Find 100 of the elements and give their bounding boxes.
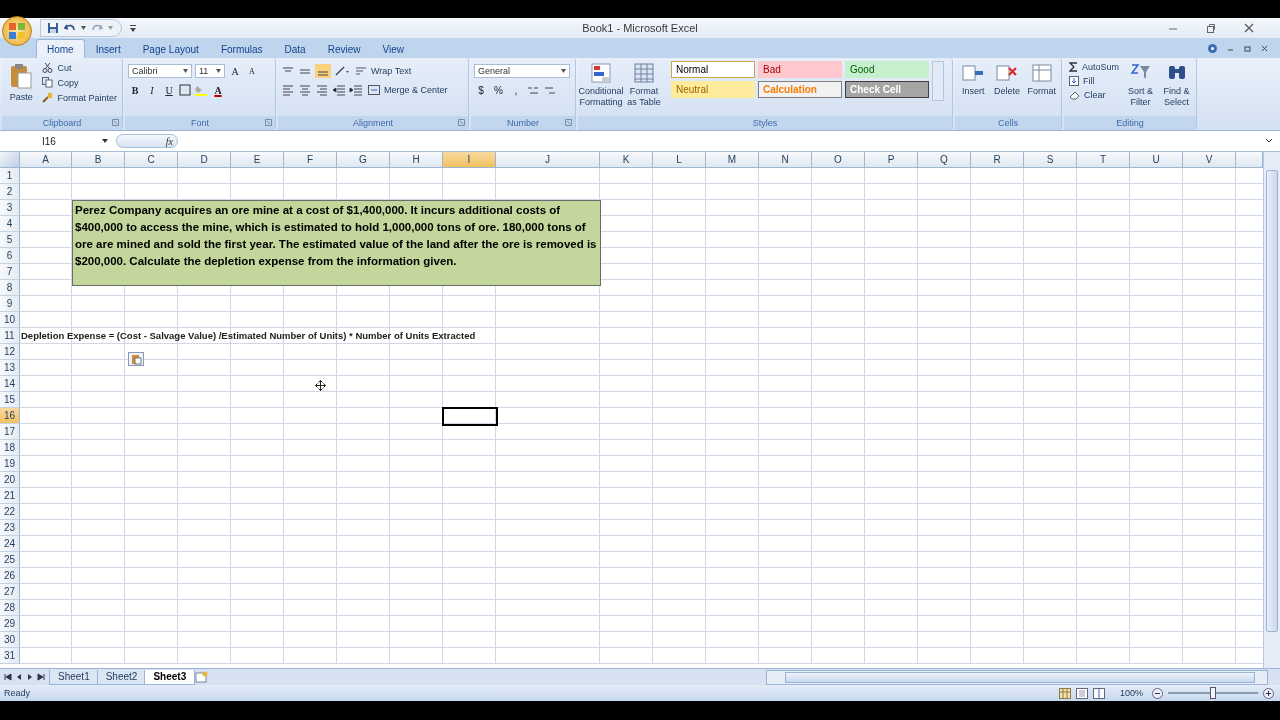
fill-color-icon[interactable]	[194, 84, 208, 96]
row-header[interactable]: 21	[0, 488, 20, 504]
caret-icon[interactable]	[216, 69, 221, 73]
sort-filter-button[interactable]: Sort & Filter	[1124, 61, 1157, 110]
ribbon-tab[interactable]: View	[371, 39, 415, 58]
column-header[interactable]: S	[1024, 152, 1077, 168]
column-header[interactable]: N	[759, 152, 812, 168]
caret-icon[interactable]	[183, 69, 188, 73]
first-sheet-icon[interactable]	[4, 673, 12, 681]
bold-button[interactable]: B	[128, 84, 142, 96]
ribbon-tab[interactable]: Data	[273, 39, 317, 58]
row-header[interactable]: 17	[0, 424, 20, 440]
slider-thumb[interactable]	[1210, 687, 1216, 699]
row-header[interactable]: 5	[0, 232, 20, 248]
row-header[interactable]: 29	[0, 616, 20, 632]
font-color-button[interactable]: A	[211, 84, 225, 96]
column-header[interactable]: C	[125, 152, 178, 168]
row-header[interactable]: 2	[0, 184, 20, 200]
row-header[interactable]: 19	[0, 456, 20, 472]
row-header[interactable]: 27	[0, 584, 20, 600]
fill-button[interactable]: Fill	[1067, 75, 1122, 87]
name-box[interactable]: I16	[2, 133, 112, 149]
percent-button[interactable]: %	[491, 84, 506, 96]
column-header[interactable]: I	[443, 152, 496, 168]
zoom-level[interactable]: 100%	[1119, 688, 1143, 698]
column-header[interactable]: T	[1077, 152, 1130, 168]
orientation-icon[interactable]	[334, 65, 350, 77]
caret-icon[interactable]	[81, 26, 86, 30]
column-header[interactable]: G	[337, 152, 390, 168]
previous-sheet-icon[interactable]	[15, 673, 23, 681]
column-header[interactable]: E	[231, 152, 284, 168]
autosum-button[interactable]: AutoSum	[1067, 61, 1122, 73]
next-sheet-icon[interactable]	[26, 673, 34, 681]
column-header[interactable]: Q	[918, 152, 971, 168]
row-header[interactable]: 10	[0, 312, 20, 328]
row-header[interactable]: 9	[0, 296, 20, 312]
customize-icon[interactable]	[130, 24, 136, 32]
underline-button[interactable]: U	[162, 84, 176, 96]
column-header[interactable]: D	[178, 152, 231, 168]
row-header[interactable]: 15	[0, 392, 20, 408]
page-layout-icon[interactable]	[1075, 687, 1088, 699]
row-header[interactable]: 7	[0, 264, 20, 280]
column-header[interactable]: O	[812, 152, 865, 168]
row-header[interactable]: 23	[0, 520, 20, 536]
delete-button[interactable]: Delete	[991, 61, 1023, 99]
column-header[interactable]: M	[706, 152, 759, 168]
comma-button[interactable]: ,	[508, 84, 523, 96]
vertical-scrollbar[interactable]	[1263, 152, 1280, 668]
column-header[interactable]: L	[653, 152, 706, 168]
cell-style[interactable]: Normal	[671, 61, 755, 78]
ribbon-tab[interactable]: Page Layout	[131, 39, 210, 58]
ribbon-tab[interactable]: Review	[316, 39, 372, 58]
column-header[interactable]: R	[971, 152, 1024, 168]
row-header[interactable]: 4	[0, 216, 20, 232]
decrease-indent-icon[interactable]	[332, 84, 346, 96]
gallery-scrollbar[interactable]	[932, 61, 944, 101]
column-header[interactable]: J	[496, 152, 600, 168]
insert-button[interactable]: Insert	[958, 61, 989, 99]
row-header[interactable]: 31	[0, 648, 20, 664]
column-header[interactable]: A	[20, 152, 72, 168]
sheet-tab[interactable]: Sheet1	[49, 669, 99, 685]
ribbon-tab[interactable]: Home	[36, 39, 85, 58]
row-header[interactable]: 11	[0, 328, 20, 344]
normal-view-icon[interactable]	[1058, 687, 1071, 699]
row-header[interactable]: 14	[0, 376, 20, 392]
row-header[interactable]: 26	[0, 568, 20, 584]
horizontal-scrollbar[interactable]	[766, 669, 1268, 685]
row-header[interactable]: 30	[0, 632, 20, 648]
row-header[interactable]: 3	[0, 200, 20, 216]
sheet-tab[interactable]: Sheet2	[96, 669, 147, 685]
format-painter-button[interactable]: Format Painter	[40, 91, 119, 104]
column-header[interactable]: B	[72, 152, 125, 168]
wrap-text-button[interactable]: Wrap Text	[353, 65, 414, 77]
row-header[interactable]: 28	[0, 600, 20, 616]
zoom-out-icon[interactable]	[1152, 687, 1163, 699]
save-icon[interactable]	[47, 22, 59, 34]
row-header[interactable]: 22	[0, 504, 20, 520]
last-sheet-icon[interactable]	[37, 673, 45, 681]
paste-options-icon[interactable]	[128, 352, 144, 366]
find-select-button[interactable]: Find & Select	[1160, 61, 1193, 110]
caret-icon[interactable]	[561, 69, 566, 73]
column-header[interactable]: P	[865, 152, 918, 168]
row-header[interactable]: 18	[0, 440, 20, 456]
close-icon[interactable]	[1261, 45, 1268, 52]
row-header[interactable]: 24	[0, 536, 20, 552]
column-header[interactable]: K	[600, 152, 653, 168]
restore-icon[interactable]	[1244, 45, 1251, 52]
cell-style[interactable]: Good	[845, 61, 929, 78]
column-header[interactable]: F	[284, 152, 337, 168]
row-header[interactable]: 6	[0, 248, 20, 264]
sheet-tab[interactable]: Sheet3	[144, 669, 196, 685]
number-format-field[interactable]: General	[474, 64, 570, 78]
increase-indent-icon[interactable]	[349, 84, 363, 96]
row-header[interactable]: 20	[0, 472, 20, 488]
row-header[interactable]: 12	[0, 344, 20, 360]
font-size-field[interactable]: 11	[195, 64, 225, 78]
cell-style[interactable]: Neutral	[671, 81, 755, 98]
grow-font-button[interactable]: A	[228, 65, 242, 77]
help-icon[interactable]	[1208, 44, 1217, 53]
merge-center-button[interactable]: Merge & Center	[366, 84, 450, 96]
